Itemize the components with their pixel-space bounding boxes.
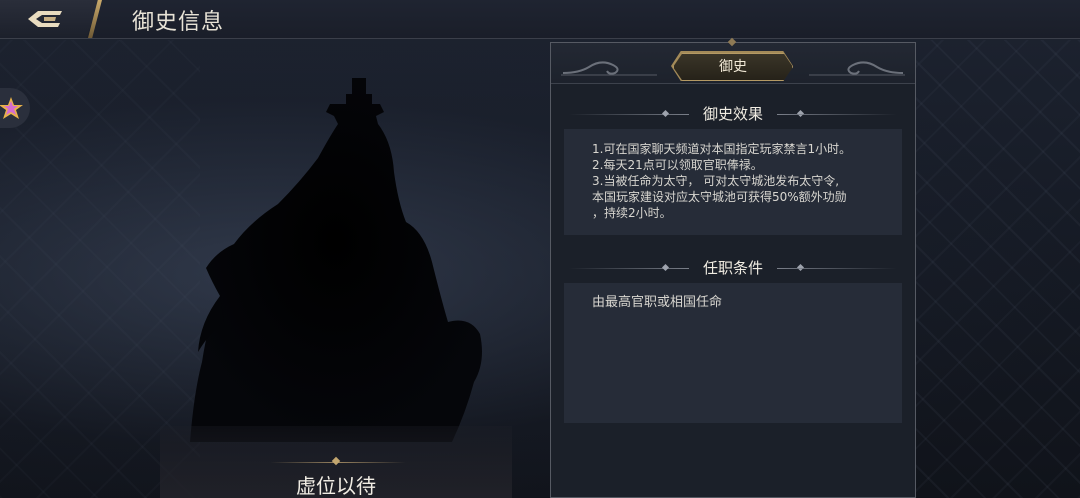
panel-notch — [727, 37, 737, 47]
divider-right — [777, 114, 897, 115]
divider-right — [777, 268, 897, 269]
position-badge: 御史 — [673, 53, 793, 81]
effects-text-box: 1.可在国家聊天频道对本国指定玩家禁言1小时。 2.每天21点可以领取官职俸禄。… — [564, 129, 902, 235]
conditions-title: 任职条件 — [702, 259, 763, 277]
divider-left — [569, 114, 689, 115]
header-bar: 御史信息 — [0, 0, 1080, 39]
conditions-text: 由最高官职或相国任命 — [592, 295, 723, 310]
name-plate-diamond — [331, 456, 341, 466]
info-panel: 御史 御史效果 1.可在国家聊天频道对本国指定玩家禁言1小时。 2.每天21点可… — [550, 37, 916, 498]
screen: 御史信息 虚位以待 御史 御史效果 1.可在国家聊天频道对本国指定玩家禁言1小时… — [0, 0, 1080, 498]
divider-left — [569, 268, 689, 269]
effect-line: 1.可在国家聊天频道对本国指定玩家禁言1小时。 — [592, 142, 852, 156]
effects-section-header: 御史效果 — [551, 101, 915, 127]
conditions-section-header: 任职条件 — [551, 255, 915, 281]
page-title: 御史信息 — [132, 10, 225, 35]
star-icon — [0, 97, 23, 119]
character-name: 虚位以待 — [296, 474, 376, 498]
effects-title: 御史效果 — [702, 105, 763, 123]
divider-dot-left — [661, 263, 670, 272]
effect-line: 本国玩家建设对应太守城池可获得50%额外功勋 — [592, 190, 847, 204]
character-silhouette — [190, 78, 482, 442]
character-name-plate: 虚位以待 — [160, 426, 512, 498]
cloud-ornament-right — [809, 61, 905, 76]
back-arrow-icon — [28, 11, 62, 27]
panel-top-bar: 御史 — [551, 37, 915, 84]
effect-line: 2.每天21点可以领取官职俸禄。 — [592, 158, 763, 172]
cloud-ornament-left — [561, 61, 657, 76]
city-background-right — [910, 40, 1080, 498]
effect-line: 3.当被任命为太守， 可对太守城池发布太守令, — [592, 174, 840, 188]
conditions-text-box: 由最高官职或相国任命 — [564, 283, 902, 423]
divider-dot-left — [661, 109, 670, 118]
back-button[interactable] — [0, 0, 100, 38]
effect-line: ，持续2小时。 — [592, 206, 672, 220]
